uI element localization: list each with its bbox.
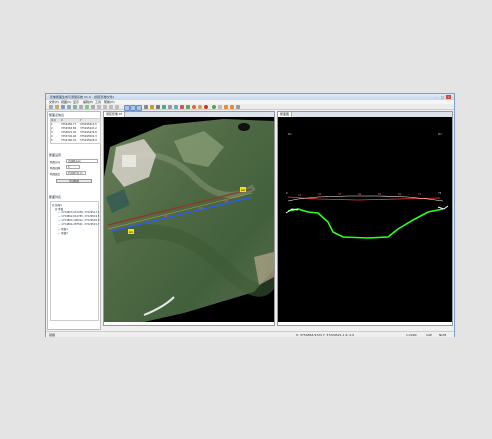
status-cap: CAP xyxy=(426,333,432,337)
ground-label: 30 xyxy=(338,192,342,196)
application-window: 影像断面生成与测量系统 V1.0 - [测区影像文件] – □ × 文件(F) … xyxy=(45,93,455,337)
section-title-settings: 断面设置 xyxy=(49,153,62,157)
points-table: 序号 X Y 1 3754482.77 375295413.5 2 3754563.89 3… xyxy=(50,118,101,144)
table-row[interactable]: 5 3754760.32 375295526.9 xyxy=(51,139,100,143)
tree-node[interactable]: — 1754864.287561, 37229521.7 xyxy=(58,223,99,226)
tree-node[interactable]: — 断面2 xyxy=(58,231,68,235)
grid-icon[interactable] xyxy=(115,105,119,109)
minimize-icon[interactable]: – xyxy=(434,95,439,99)
tree-node[interactable]: — 1754863.972048, 37229517.4 xyxy=(58,211,99,214)
image-view[interactable]: A1 A2 41 22 48 xyxy=(104,117,274,322)
marker-label: A2 xyxy=(241,188,245,192)
profile-pane: 断面图 B1 B2 10 20 30 40 50 60 70 0 75 xyxy=(277,111,453,326)
settings-icon[interactable] xyxy=(198,105,202,109)
pan-icon[interactable] xyxy=(79,105,83,109)
status-text: 就绪 xyxy=(49,333,56,337)
status-scale: 1:2000 xyxy=(406,333,417,337)
measure-label: 41 xyxy=(164,214,168,218)
status-num: NUM xyxy=(439,333,447,337)
end-label-right: 75 xyxy=(438,191,442,195)
section-title-list: 断面列表 xyxy=(49,195,62,199)
area-icon[interactable] xyxy=(103,105,107,109)
end-label-left: 0 xyxy=(286,191,288,195)
tree-node[interactable]: — 1754862.614785, 37229519.5 xyxy=(58,215,99,218)
cell: 3754760.32 xyxy=(61,139,77,142)
cell: 5 xyxy=(51,139,53,142)
draw-icon[interactable] xyxy=(162,105,166,109)
pin-icon[interactable] xyxy=(144,105,148,109)
left-panel: 断面点信息 序号 X Y 1 3754482.77 375295413.5 2 37545… xyxy=(47,111,101,330)
corner-label-left: B1 xyxy=(288,132,292,136)
flag-icon[interactable] xyxy=(168,105,172,109)
corner-label-right: B2 xyxy=(438,132,442,136)
measure-label: 22 xyxy=(199,206,203,210)
section-tree: 日 线路1 日 断面 — 1754863.972048, 37229517.4 … xyxy=(50,201,99,321)
save-icon[interactable] xyxy=(61,105,65,109)
profile-plot: B1 B2 10 20 30 40 50 60 70 0 75 xyxy=(285,132,449,239)
generate-button[interactable]: 生成断面 xyxy=(56,179,92,183)
stop-icon[interactable] xyxy=(180,105,184,109)
status-coords: X: 3754863.9724 Y: 37229521.1 Z: 0.0 xyxy=(296,333,355,337)
marker-label: A1 xyxy=(129,230,133,234)
close-icon[interactable]: × xyxy=(446,95,451,99)
tree-node[interactable]: — 1754863.108412, 37229520.8 xyxy=(58,219,99,222)
zoom-out-icon[interactable] xyxy=(73,105,77,109)
image-pane: 测区影像.tif A1 A2 41 22 48 xyxy=(103,111,275,326)
export-icon[interactable] xyxy=(186,105,190,109)
width-label: 断面宽度 xyxy=(50,173,61,176)
status-bar: 就绪 X: 3754863.9724 Y: 37229521.1 Z: 0.0 … xyxy=(46,331,454,337)
direction-label: 断面方向 xyxy=(50,161,61,164)
cell: 375295526.9 xyxy=(80,139,97,142)
select-icon[interactable] xyxy=(91,105,95,109)
ground-label: 50 xyxy=(378,192,382,196)
open-icon[interactable] xyxy=(55,105,59,109)
profile-view[interactable]: B1 B2 10 20 30 40 50 60 70 0 75 xyxy=(278,117,452,322)
desktop: { "window": { "title": "影像断面生成与测量系统 V1.0… xyxy=(0,0,492,439)
ground-label: 20 xyxy=(318,192,322,196)
refresh-icon[interactable] xyxy=(85,105,89,109)
ground-label: 40 xyxy=(358,192,362,196)
copy-icon[interactable] xyxy=(218,105,222,109)
undo-icon[interactable] xyxy=(224,105,228,109)
width-input[interactable]: 0.5007m·m xyxy=(66,171,86,175)
spacing-label: 断面间隔 xyxy=(50,167,61,170)
delete-icon[interactable] xyxy=(204,105,208,109)
window-title: 影像断面生成与测量系统 V1.0 - [测区影像文件] xyxy=(50,95,115,99)
layer-icon[interactable] xyxy=(109,105,113,109)
direction-select[interactable]: 沿线路方向 xyxy=(66,159,98,163)
profile-icon[interactable] xyxy=(174,105,178,109)
print-icon[interactable] xyxy=(236,105,240,109)
spacing-input[interactable]: 5 xyxy=(66,165,80,169)
maximize-icon[interactable]: □ xyxy=(440,95,445,99)
ground-label: 60 xyxy=(398,192,402,196)
section-title-points: 断面点信息 xyxy=(49,113,65,117)
new-icon[interactable] xyxy=(49,105,53,109)
text-icon[interactable] xyxy=(156,105,160,109)
record-icon[interactable] xyxy=(192,105,196,109)
ground-label: 70 xyxy=(418,192,422,196)
toolbar xyxy=(46,104,454,111)
edit-icon[interactable] xyxy=(150,105,154,109)
ground-label: 10 xyxy=(298,193,302,197)
measure-icon[interactable] xyxy=(97,105,101,109)
aerial-image: A1 A2 41 22 48 xyxy=(104,119,274,322)
measure-label: 48 xyxy=(224,199,228,203)
zoom-in-icon[interactable] xyxy=(67,105,71,109)
redo-icon[interactable] xyxy=(230,105,234,109)
run-icon[interactable] xyxy=(212,105,216,109)
